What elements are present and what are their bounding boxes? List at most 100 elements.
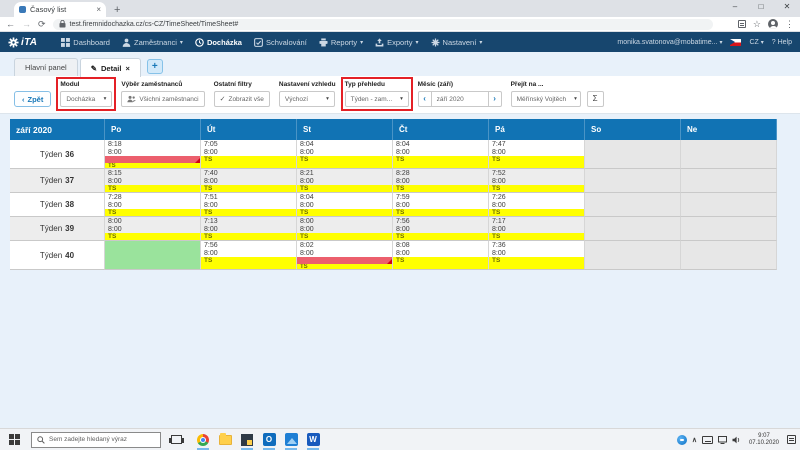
month-value[interactable]: září 2020	[432, 91, 488, 107]
timesheet-cell[interactable]: 7:408:00TS	[201, 169, 297, 193]
weekend-cell[interactable]	[585, 140, 681, 169]
taskbar-clock[interactable]: 9:07 07.10.2020	[746, 433, 782, 447]
worked-vs-plan-times: 8:048:00	[297, 140, 392, 156]
maximize-icon[interactable]: □	[748, 0, 774, 16]
view-type-select[interactable]: Týden - zam...▾	[345, 91, 409, 107]
weekend-cell[interactable]	[585, 169, 681, 193]
day-header: Čt	[393, 119, 489, 140]
timesheet-cell[interactable]: 7:268:00TS	[489, 193, 585, 217]
language-menu[interactable]: CZ ▾	[749, 39, 763, 46]
worked-vs-plan-times: 8:088:00	[393, 241, 488, 257]
ts-strip: TS	[201, 185, 296, 193]
employees-button[interactable]: Všichni zaměstnanci	[121, 91, 204, 107]
timesheet-cell[interactable]: 7:478:00TS	[489, 140, 585, 169]
taskbar-app-photos[interactable]	[284, 431, 298, 448]
profile-avatar[interactable]	[768, 19, 778, 29]
bookmark-star-icon[interactable]: ☆	[753, 20, 761, 29]
next-month-button[interactable]: ›	[488, 91, 502, 107]
timesheet-cell[interactable]: 7:288:00TS	[105, 193, 201, 217]
taskbar-app-explorer[interactable]	[218, 431, 232, 448]
timesheet-cell[interactable]: 7:518:00TS	[201, 193, 297, 217]
taskbar-app-outlook[interactable]: O	[262, 431, 276, 448]
touch-keyboard-icon[interactable]	[702, 436, 713, 444]
taskbar-app-chrome[interactable]	[196, 431, 210, 448]
timesheet-cell[interactable]: 8:288:00TS	[393, 169, 489, 193]
help-link[interactable]: ? Help	[772, 39, 792, 46]
tab-hlavni-panel[interactable]: Hlavní panel	[14, 58, 78, 76]
timesheet-cell[interactable]: 7:568:00TS	[393, 217, 489, 241]
timesheet-cell[interactable]: 8:048:00TS	[297, 140, 393, 169]
taskbar-app-notes[interactable]	[240, 431, 254, 448]
timesheet-cell[interactable]: 8:008:00TS	[297, 217, 393, 241]
nav-item-schvalovani[interactable]: Schvalování	[254, 38, 307, 47]
nav-item-zamestnanci[interactable]: Zaměstnanci▾	[122, 38, 183, 47]
ts-badge: TS	[297, 156, 392, 163]
weekend-cell[interactable]	[585, 193, 681, 217]
back-button[interactable]: ‹ Zpět	[14, 91, 51, 107]
nav-item-exporty[interactable]: Exporty▾	[375, 38, 418, 47]
hidden-icons-caret[interactable]: ∧	[692, 436, 697, 444]
back-icon[interactable]: ←	[6, 20, 15, 29]
nav-item-dashboard[interactable]: Dashboard	[61, 38, 110, 47]
tray-app-icon[interactable]	[677, 435, 687, 445]
volume-icon[interactable]	[732, 436, 741, 444]
action-center-icon[interactable]	[787, 435, 796, 444]
timesheet-cell[interactable]: 8:158:00TS	[105, 169, 201, 193]
forward-icon[interactable]: →	[22, 20, 31, 29]
timesheet-cell[interactable]: 8:008:00TS	[105, 217, 201, 241]
timesheet-cell[interactable]: 7:528:00TS	[489, 169, 585, 193]
weekend-cell[interactable]	[585, 241, 681, 270]
timesheet-cell[interactable]: 7:138:00TS	[201, 217, 297, 241]
close-icon[interactable]: ✕	[774, 0, 800, 16]
worked-vs-plan-times: 8:288:00	[393, 169, 488, 185]
weekend-cell[interactable]	[681, 140, 777, 169]
worked-vs-plan-times: 7:288:00	[105, 193, 200, 209]
tab-detail-close-icon[interactable]: ×	[125, 64, 129, 73]
new-tab-icon[interactable]: +	[114, 3, 120, 17]
weekend-cell[interactable]	[681, 169, 777, 193]
sum-button[interactable]: Σ	[587, 91, 604, 107]
vacation-cell[interactable]	[105, 241, 201, 270]
minimize-icon[interactable]: –	[722, 0, 748, 16]
timesheet-cell[interactable]: 7:368:00TS	[489, 241, 585, 270]
prev-month-button[interactable]: ‹	[418, 91, 432, 107]
appearance-select[interactable]: Výchozí▾	[279, 91, 335, 107]
timesheet-cell[interactable]: 8:048:00TS	[393, 140, 489, 169]
app-logo[interactable]: iTA	[8, 37, 37, 48]
url-bar[interactable]: test.firemnidochazka.cz/cs-CZ/TimeSheet/…	[53, 19, 713, 30]
task-view-icon[interactable]	[171, 435, 182, 444]
tab-close-icon[interactable]: ×	[96, 6, 101, 14]
taskbar-search[interactable]: Sem zadejte hledaný výraz	[31, 432, 161, 448]
show-all-button[interactable]: ✓ Zobrazit vše	[214, 91, 270, 107]
timesheet-cell[interactable]: 8:028:00TS	[297, 241, 393, 270]
tab-detail[interactable]: ✎ Detail ×	[80, 58, 141, 77]
timesheet-cell[interactable]: 8:218:00TS	[297, 169, 393, 193]
browser-tab[interactable]: Časový list ×	[14, 2, 106, 17]
ts-badge: TS	[297, 185, 392, 193]
timesheet-cell[interactable]: 8:048:00TS	[297, 193, 393, 217]
nav-item-dochazka[interactable]: Docházka	[195, 38, 242, 47]
translate-icon[interactable]	[738, 20, 746, 28]
employee-jump-select[interactable]: Měřínský Vojtěch▾	[511, 91, 581, 107]
weekend-cell[interactable]	[681, 193, 777, 217]
taskbar-app-word[interactable]: W	[306, 431, 320, 448]
timesheet-cell[interactable]: 7:598:00TS	[393, 193, 489, 217]
start-button-icon[interactable]	[9, 434, 20, 445]
modul-select[interactable]: Docházka▾	[60, 91, 112, 107]
timesheet-cell[interactable]: 8:088:00TS	[393, 241, 489, 270]
weekend-cell[interactable]	[681, 217, 777, 241]
timesheet-cell[interactable]: 7:058:00TS	[201, 140, 297, 169]
weekend-cell[interactable]	[681, 241, 777, 270]
refresh-icon[interactable]: ⟳	[38, 20, 46, 29]
timesheet-cell[interactable]: 8:188:00TS	[105, 140, 201, 169]
timesheet-cell[interactable]: 7:178:00TS	[489, 217, 585, 241]
network-icon[interactable]	[718, 436, 727, 444]
nav-item-reporty[interactable]: Reporty▾	[319, 38, 363, 47]
add-tab-button[interactable]: +	[147, 59, 163, 74]
timesheet-cell[interactable]: 7:568:00TS	[201, 241, 297, 270]
browser-menu-icon[interactable]: ⋮	[785, 20, 794, 29]
browser-tabstrip: Časový list × + – □ ✕	[0, 0, 800, 17]
weekend-cell[interactable]	[585, 217, 681, 241]
nav-item-nastaveni[interactable]: Nastavení▾	[431, 38, 483, 47]
user-menu[interactable]: monika.svatonova@mobatime... ▾	[617, 39, 722, 46]
